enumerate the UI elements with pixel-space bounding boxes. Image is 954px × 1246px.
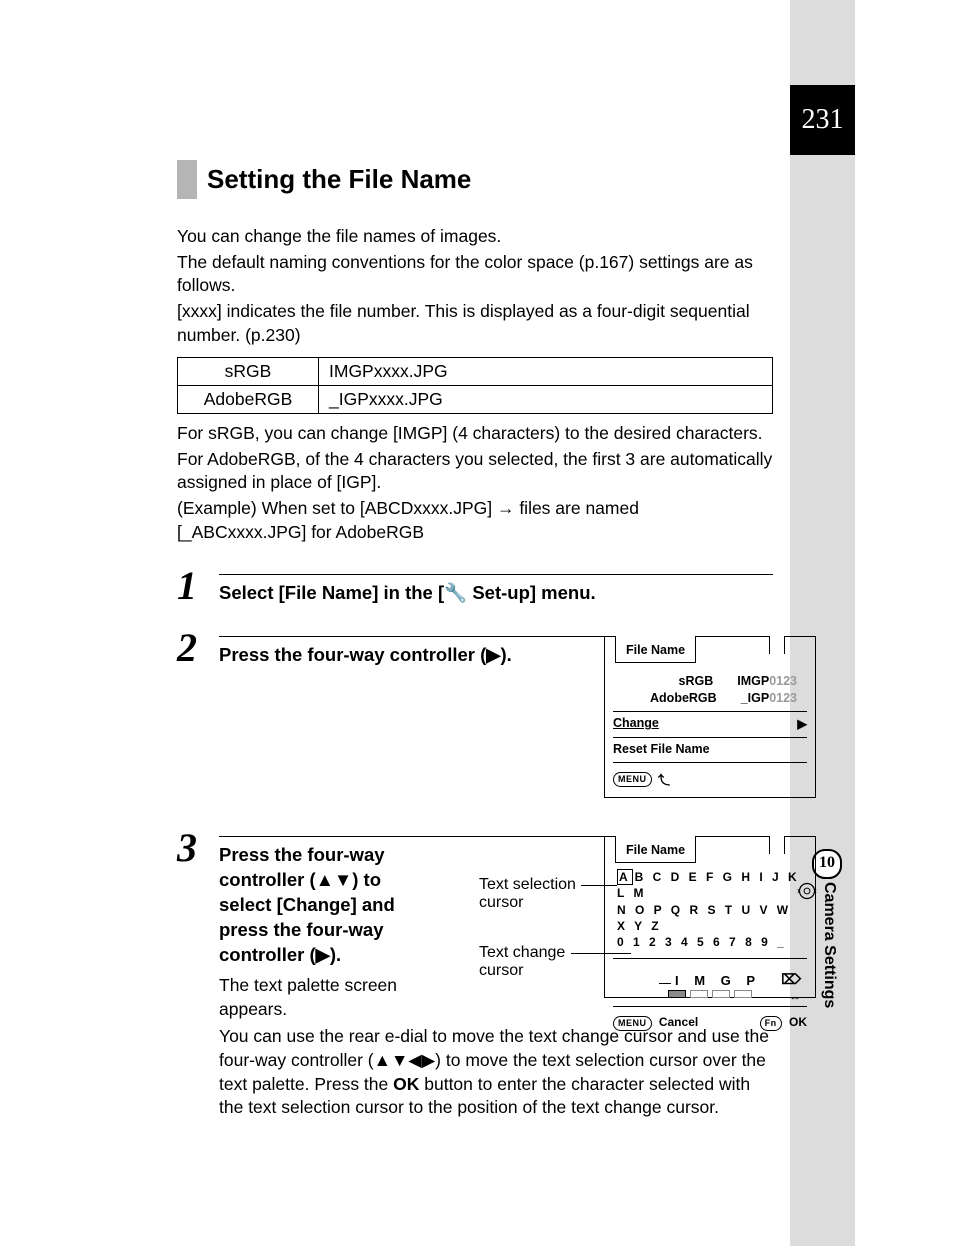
intro-p3: [xxxx] indicates the file number. This i… <box>177 300 773 347</box>
section-title: Setting the File Name <box>197 160 481 199</box>
back-icon: ⤴ <box>658 771 670 788</box>
after-table-block: For sRGB, you can change [IMGP] (4 chara… <box>177 422 773 544</box>
step1-title-b: Set-up] menu. <box>467 582 595 603</box>
chapter-number: 10 <box>812 849 842 879</box>
callout-text-change: Text changecursor <box>479 944 565 980</box>
panel-title: File Name <box>615 836 696 863</box>
page-number-box: 231 <box>790 85 855 155</box>
dial-icon <box>797 881 817 905</box>
palette-line1: B C D E F G H I J K L M <box>617 870 800 900</box>
delete-icon: ⌦ <box>781 971 807 988</box>
panel-tab <box>769 836 785 854</box>
panel-reset: Reset File Name <box>605 742 815 756</box>
chevron-right-icon: ▶ <box>797 716 807 731</box>
table-row: AdobeRGB _IGPxxxx.JPG <box>178 386 773 414</box>
cell-adobergb-value: _IGPxxxx.JPG <box>319 386 773 414</box>
side-grey-column <box>790 0 855 1246</box>
intro-block: You can change the file names of images.… <box>177 225 773 347</box>
step1-title: Select [File Name] in the [🔧 Set-up] men… <box>219 581 773 606</box>
ok-button-text: OK <box>393 1074 419 1094</box>
step-number: 2 <box>177 624 197 671</box>
palette-line2: N O P Q R S T U V W X Y Z <box>617 902 803 934</box>
intro-p2: The default naming conventions for the c… <box>177 251 773 298</box>
intro-p1: You can change the file names of images. <box>177 225 773 249</box>
after-p1: For sRGB, you can change [IMGP] (4 chara… <box>177 422 773 446</box>
right-arrow-icon: → <box>497 498 515 518</box>
entry-chars: I M G P <box>675 973 761 988</box>
step-number: 3 <box>177 824 197 871</box>
after-p2: For AdobeRGB, of the 4 characters you se… <box>177 448 773 495</box>
step3-title: Press the four-way controller (▲▼) to se… <box>219 843 419 968</box>
step2-title: Press the four-way controller (▶). <box>219 643 519 668</box>
chapter-label: Camera Settings <box>820 882 838 1008</box>
cancel-label: Cancel <box>659 1015 698 1029</box>
after-p3: (Example) When set to [ABCDxxxx.JPG] → f… <box>177 497 773 544</box>
cell-adobergb-label: AdobeRGB <box>178 386 319 414</box>
tail-paragraph: You can use the rear e-dial to move the … <box>219 1025 773 1120</box>
lcd-panel-textpalette: File Name AB C D E F G H I J K L M N O P… <box>604 836 816 998</box>
panel-srgb-value: IMGP0123 <box>737 674 797 688</box>
panel-tab <box>769 636 785 654</box>
fn-button-icon: Fn <box>760 1016 782 1031</box>
section-heading: Setting the File Name <box>177 160 773 199</box>
palette-line3: 0 1 2 3 4 5 6 7 8 9 _ <box>617 934 803 950</box>
cell-srgb-value: IMGPxxxx.JPG <box>319 358 773 386</box>
after-p3a: (Example) When set to [ABCDxxxx.JPG] <box>177 498 497 518</box>
left-right-arrow-icon: ↔ <box>789 989 807 1003</box>
text-palette: AB C D E F G H I J K L M N O P Q R S T U… <box>605 863 815 952</box>
panel-change: Change <box>613 716 659 731</box>
lcd-panel-filename: File Name sRGB IMGP0123 AdobeRGB _IGP012… <box>604 636 816 798</box>
wrench-icon: 🔧 <box>444 582 467 603</box>
step-2: 2 Press the four-way controller (▶). Fil… <box>177 636 773 806</box>
step1-title-a: Select [File Name] in the [ <box>219 582 444 603</box>
selected-char: A <box>617 869 633 885</box>
cell-srgb-label: sRGB <box>178 358 319 386</box>
panel-title: File Name <box>615 636 696 663</box>
ok-label: OK <box>789 1015 807 1029</box>
menu-button-icon: MENU <box>613 772 652 787</box>
filename-table: sRGB IMGPxxxx.JPG AdobeRGB _IGPxxxx.JPG <box>177 357 773 414</box>
panel-adobergb-label: AdobeRGB <box>650 691 717 705</box>
step-number: 1 <box>177 562 197 609</box>
panel-srgb-label: sRGB <box>679 674 714 688</box>
table-row: sRGB IMGPxxxx.JPG <box>178 358 773 386</box>
step-3: 3 Press the four-way controller (▲▼) to … <box>177 836 773 1021</box>
menu-button-icon: MENU <box>613 1016 652 1031</box>
panel-adobergb-value: _IGP0123 <box>741 691 797 705</box>
callout-text-selection: Text selectioncursor <box>479 876 576 912</box>
step3-body: The text palette screen appears. <box>219 974 419 1021</box>
step-1: 1 Select [File Name] in the [🔧 Set-up] m… <box>177 574 773 606</box>
entry-field: I M G P ⌦ ↔ <box>605 973 815 998</box>
